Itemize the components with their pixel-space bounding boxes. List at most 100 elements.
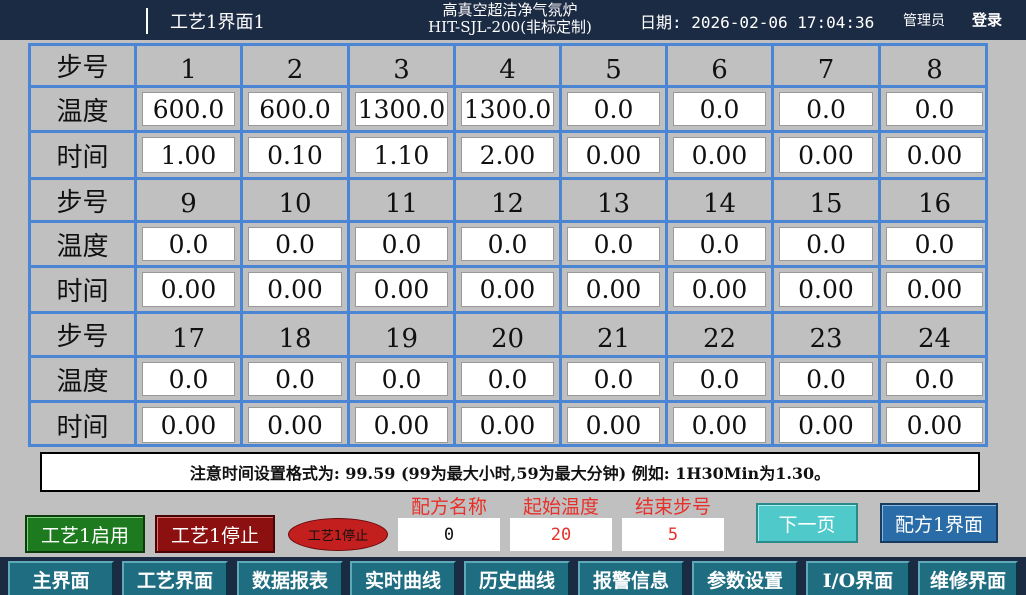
temperature-input[interactable]: 0.0 [461,227,554,261]
grid-line-horizontal [28,130,988,133]
step-number: 4 [499,54,516,85]
next-page-button[interactable]: 下一页 [756,503,858,543]
temperature-input[interactable]: 0.0 [142,362,235,396]
nav-realtime-curve[interactable]: 实时曲线 [350,561,456,595]
process-start-button[interactable]: 工艺1启用 [25,515,145,553]
time-input[interactable]: 0.00 [248,407,342,443]
step-number: 24 [917,323,952,354]
nav-io-screen[interactable]: I/O界面 [806,561,910,595]
temperature-input[interactable]: 0.0 [461,362,554,396]
temperature-input[interactable]: 0.0 [567,227,660,261]
process-stop-button[interactable]: 工艺1停止 [155,515,275,553]
temperature-input[interactable]: 0.0 [567,362,660,396]
time-input[interactable]: 0.00 [142,272,235,307]
temperature-input[interactable]: 0.0 [673,92,766,126]
temperature-input[interactable]: 0.0 [567,92,660,126]
temp-row-label: 温度 [56,231,109,262]
step-number: 8 [926,54,943,85]
time-input[interactable]: 0.00 [779,407,873,443]
nav-main-screen[interactable]: 主界面 [8,561,114,595]
temperature-input[interactable]: 1300.0 [461,92,554,126]
time-input[interactable]: 1.10 [355,137,448,173]
step-number: 23 [809,323,843,354]
time-input[interactable]: 0.00 [355,272,448,307]
grid-line-horizontal [28,400,988,403]
nav-parameter-settings[interactable]: 参数设置 [692,561,798,595]
time-input[interactable]: 0.00 [461,272,554,307]
time-input[interactable]: 0.00 [142,407,235,443]
time-input[interactable]: 0.00 [567,272,660,307]
nav-alarm-info[interactable]: 报警信息 [578,561,684,595]
time-input[interactable]: 0.00 [673,407,766,443]
temp-row-label: 温度 [56,96,109,127]
start-temp-label: 起始温度 [522,496,599,518]
temperature-input[interactable]: 0.0 [779,362,873,396]
step-number: 13 [596,189,631,219]
nav-maintenance-screen[interactable]: 维修界面 [918,561,1018,595]
time-input[interactable]: 0.00 [567,137,660,173]
temperature-input[interactable]: 0.0 [355,227,448,261]
temperature-input[interactable]: 600.0 [142,92,235,126]
time-input[interactable]: 0.00 [673,272,766,307]
time-input[interactable]: 0.00 [779,137,873,173]
time-row-label: 时间 [56,277,109,307]
step-number: 16 [917,189,952,219]
temp-row-label: 温度 [56,366,109,397]
temperature-input[interactable]: 0.0 [248,227,342,261]
temperature-input[interactable]: 1300.0 [355,92,448,126]
step-number: 7 [817,54,835,85]
time-input[interactable]: 2.00 [461,137,554,173]
grid-line-vertical [665,43,668,447]
temperature-input[interactable]: 0.0 [673,227,766,261]
time-input[interactable]: 0.00 [886,407,983,443]
temperature-input[interactable]: 0.0 [886,227,983,261]
step-number: 15 [809,189,843,219]
time-input[interactable]: 0.00 [673,137,766,173]
grid-line-vertical [985,43,988,447]
step-number: 6 [711,54,728,85]
user-role: 管理员 [903,13,945,29]
recipe-screen-button[interactable]: 配方1界面 [880,503,998,543]
step-number: 21 [596,323,631,354]
time-input[interactable]: 1.00 [142,137,235,173]
recipe-name-input[interactable]: 0 [398,518,500,551]
time-input[interactable]: 0.00 [567,407,660,443]
time-input[interactable]: 0.00 [886,272,983,307]
temperature-input[interactable]: 0.0 [779,227,873,261]
grid-line-horizontal [28,265,988,268]
grid-line-horizontal [28,177,988,180]
nav-data-report[interactable]: 数据报表 [237,561,343,595]
temperature-input[interactable]: 600.0 [248,92,342,126]
time-input[interactable]: 0.10 [248,137,342,173]
step-number: 19 [384,323,419,354]
title-bar: 工艺1界面1 高真空超洁净气氛炉 HIT-SJL-200(非标定制) 日期: 2… [0,0,1026,40]
step-row-label: 步号 [56,187,109,218]
nav-process-screen[interactable]: 工艺界面 [122,561,228,595]
time-input[interactable]: 0.00 [886,137,983,173]
temperature-input[interactable]: 0.0 [886,92,983,126]
time-input[interactable]: 0.00 [355,407,448,443]
temperature-input[interactable]: 0.0 [248,362,342,396]
end-step-label: 结束步号 [634,496,711,518]
step-number: 5 [605,54,622,85]
time-input[interactable]: 0.00 [779,272,873,307]
end-step-input[interactable]: 5 [622,518,724,551]
temperature-input[interactable]: 0.0 [355,362,448,396]
recipe-name-label: 配方名称 [410,496,487,518]
time-row-label: 时间 [56,412,109,443]
login-button[interactable]: 登录 [972,9,1002,30]
step-row-label: 步号 [56,53,109,83]
time-input[interactable]: 0.00 [248,272,342,307]
step-number: 22 [702,323,737,354]
nav-history-curve[interactable]: 历史曲线 [464,561,570,595]
temperature-input[interactable]: 0.0 [886,362,983,396]
time-input[interactable]: 0.00 [461,407,554,443]
temperature-input[interactable]: 0.0 [142,227,235,261]
step-number: 3 [393,54,410,85]
temperature-input[interactable]: 0.0 [779,92,873,126]
step-number: 1 [180,54,197,85]
temperature-input[interactable]: 0.0 [673,362,766,396]
start-temp-input[interactable]: 20 [510,518,612,551]
datetime-display: 日期: 2026-02-06 17:04:36 [640,13,875,32]
grid-line-vertical [559,43,562,447]
